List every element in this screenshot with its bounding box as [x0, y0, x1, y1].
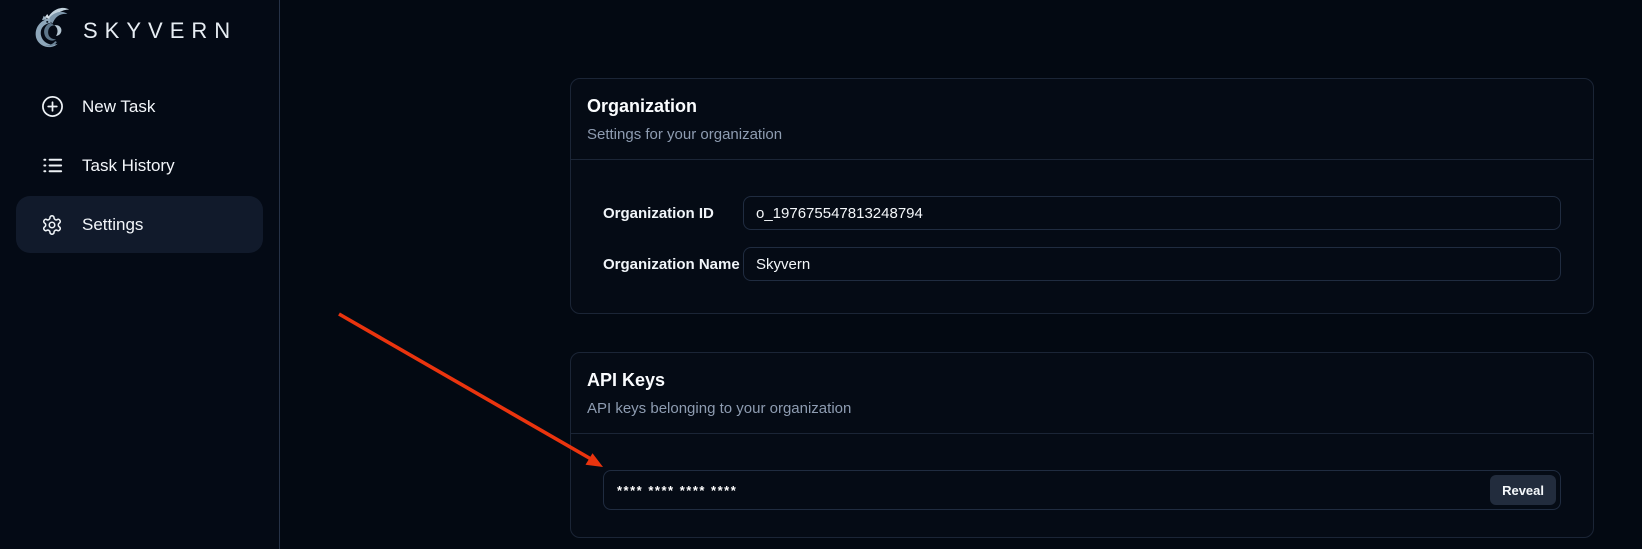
skyvern-logo[interactable]: SKYVERN	[0, 0, 279, 58]
sidebar-item-label: New Task	[82, 97, 155, 117]
organization-name-label: Organization Name	[603, 256, 743, 273]
card-subtitle: Settings for your organization	[587, 124, 1577, 146]
api-keys-card-header: API Keys API keys belonging to your orga…	[571, 353, 1593, 434]
api-key-input[interactable]	[603, 470, 1561, 510]
plus-circle-icon	[40, 95, 64, 119]
card-title: API Keys	[587, 367, 1577, 393]
organization-card: Organization Settings for your organizat…	[570, 78, 1594, 314]
organization-id-row: Organization ID	[603, 196, 1561, 230]
main-content: Organization Settings for your organizat…	[281, 0, 1642, 549]
sidebar-item-settings[interactable]: Settings	[16, 196, 263, 253]
organization-name-row: Organization Name	[603, 247, 1561, 281]
sidebar-item-label: Settings	[82, 215, 143, 235]
sidebar-item-task-history[interactable]: Task History	[16, 137, 263, 194]
sidebar-nav: New Task Task History	[0, 78, 279, 253]
reveal-button[interactable]: Reveal	[1490, 475, 1556, 505]
card-title: Organization	[587, 93, 1577, 119]
api-key-field: Reveal	[603, 470, 1561, 510]
sidebar-item-label: Task History	[82, 156, 175, 176]
api-keys-card-body: Reveal	[571, 434, 1593, 540]
skyvern-settings-page: SKYVERN New Task Task History	[0, 0, 1642, 549]
logo-text: SKYVERN	[83, 18, 237, 44]
organization-id-label: Organization ID	[603, 205, 743, 222]
list-icon	[40, 154, 64, 178]
sidebar: SKYVERN New Task Task History	[0, 0, 280, 549]
organization-card-body: Organization ID Organization Name	[571, 160, 1593, 311]
skyvern-dragon-icon	[28, 3, 70, 58]
gear-icon	[40, 213, 64, 237]
sidebar-item-new-task[interactable]: New Task	[16, 78, 263, 135]
card-subtitle: API keys belonging to your organization	[587, 398, 1577, 420]
api-keys-card: API Keys API keys belonging to your orga…	[570, 352, 1594, 538]
organization-name-input[interactable]	[743, 247, 1561, 281]
organization-card-header: Organization Settings for your organizat…	[571, 79, 1593, 160]
organization-id-input[interactable]	[743, 196, 1561, 230]
